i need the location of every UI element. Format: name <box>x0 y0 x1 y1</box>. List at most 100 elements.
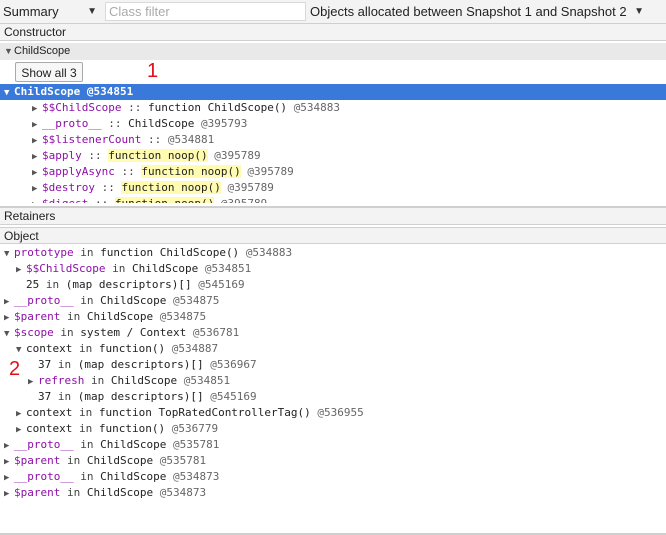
object-property-row[interactable]: ▶ __proto__ :: ChildScope @395793 <box>0 116 666 132</box>
object-column-header[interactable]: Object <box>0 227 666 244</box>
property-name: $$listenerCount <box>42 133 142 146</box>
selected-object-id: @534851 <box>86 85 134 98</box>
retainer-row[interactable]: ▶ __proto__ in ChildScope @534873 <box>0 469 666 485</box>
retainers-header: Retainers <box>0 208 666 225</box>
retainer-in-keyword: in <box>60 486 87 499</box>
expand-triangle-icon[interactable]: ▶ <box>4 310 14 326</box>
retainer-object-id: @535781 <box>172 438 220 451</box>
snapshot-range-select[interactable]: Objects allocated between Snapshot 1 and… <box>310 2 648 21</box>
expand-triangle-icon[interactable]: ▶ <box>32 181 42 197</box>
retainer-row[interactable]: ▶ context in function() @536779 <box>0 421 666 437</box>
expand-triangle-icon[interactable]: ▼ <box>4 43 14 60</box>
object-property-row[interactable]: ▶ $applyAsync :: function noop() @395789 <box>0 164 666 180</box>
property-separator: :: <box>88 197 115 203</box>
property-name: $applyAsync <box>42 165 115 178</box>
retainer-name: __proto__ <box>14 470 74 483</box>
expand-triangle-icon[interactable]: ▶ <box>4 294 14 310</box>
class-filter-input[interactable]: Class filter <box>105 2 306 21</box>
object-property-row[interactable]: ▶ $apply :: function noop() @395789 <box>0 148 666 164</box>
retainer-row[interactable]: ▼ context in function() @534887 <box>0 341 666 357</box>
expand-triangle-icon[interactable]: ▼ <box>4 85 14 101</box>
retainer-row[interactable]: ▶ $parent in ChildScope @534873 <box>0 485 666 501</box>
retainer-object-id: @534873 <box>172 470 220 483</box>
chevron-down-icon: ▼ <box>634 6 644 17</box>
retainer-row[interactable]: ▶ refresh in ChildScope @534851 <box>0 373 666 389</box>
group-row-childscope[interactable]: ▼ChildScope <box>0 43 666 60</box>
object-property-row[interactable]: ▶ $$ChildScope :: function ChildScope() @… <box>0 100 666 116</box>
selected-object-row[interactable]: ▼ ChildScope @534851 <box>0 84 666 100</box>
property-object-id: @395789 <box>227 181 274 194</box>
retainer-row[interactable]: ▶ __proto__ in ChildScope @535781 <box>0 437 666 453</box>
expand-triangle-icon[interactable]: ▶ <box>28 374 38 390</box>
retainer-in-keyword: in <box>72 342 99 355</box>
retainer-owner: (map descriptors)[] <box>77 390 204 403</box>
retainer-object-id: @534887 <box>171 342 219 355</box>
expand-triangle-icon[interactable]: ▶ <box>32 133 42 149</box>
expand-triangle-icon[interactable]: ▶ <box>4 438 14 454</box>
property-separator: :: <box>94 181 122 194</box>
view-select[interactable]: Summary ▼ <box>3 2 101 21</box>
expand-triangle-icon[interactable]: ▶ <box>4 486 14 502</box>
retainer-row[interactable]: 37 in (map descriptors)[] @536967 <box>0 357 666 373</box>
retainer-name: 37 <box>38 390 52 403</box>
retainer-row[interactable]: ▶ $parent in ChildScope @535781 <box>0 453 666 469</box>
expand-triangle-icon[interactable]: ▶ <box>4 470 14 486</box>
retainer-owner: ChildScope <box>100 438 167 451</box>
retainer-object-id: @534875 <box>159 310 207 323</box>
object-property-row[interactable]: ▶ $destroy :: function noop() @395789 <box>0 180 666 196</box>
object-property-row[interactable]: ▶ $$listenerCount :: @534881 <box>0 132 666 148</box>
expand-triangle-icon[interactable]: ▶ <box>16 406 26 422</box>
retainer-in-keyword: in <box>53 326 81 339</box>
retainer-owner: (map descriptors)[] <box>65 278 192 291</box>
expand-triangle-icon[interactable]: ▶ <box>32 197 42 203</box>
property-value: function noop() <box>108 149 208 162</box>
expand-triangle-icon[interactable]: ▶ <box>32 101 42 117</box>
property-object-id: @534883 <box>293 101 341 114</box>
expand-triangle-icon[interactable]: ▶ <box>4 454 14 470</box>
show-all-button[interactable]: Show all 3 <box>15 62 83 82</box>
retainer-in-keyword: in <box>51 390 78 403</box>
retainer-name: 37 <box>38 358 52 371</box>
expand-triangle-icon[interactable]: ▶ <box>32 165 42 181</box>
constructor-column-header[interactable]: Constructor <box>0 24 666 41</box>
expand-triangle-icon[interactable]: ▶ <box>32 117 42 133</box>
retainer-name: context <box>26 406 73 419</box>
expand-triangle-icon[interactable]: ▶ <box>16 422 26 438</box>
collapse-triangle-icon[interactable]: ▼ <box>4 326 14 342</box>
expand-triangle-icon[interactable]: ▶ <box>32 149 42 165</box>
property-object-id: @395789 <box>221 197 267 203</box>
retainer-row[interactable]: ▶ context in function TopRatedControllerT… <box>0 405 666 421</box>
retainer-row[interactable]: ▶ $$ChildScope in ChildScope @534851 <box>0 261 666 277</box>
property-name: $destroy <box>42 181 95 194</box>
expand-triangle-icon[interactable]: ▶ <box>16 262 26 278</box>
retainer-owner: ChildScope <box>110 374 178 387</box>
retainer-row[interactable]: ▶ $parent in ChildScope @534875 <box>0 309 666 325</box>
class-filter-placeholder: Class filter <box>109 4 170 19</box>
property-object-id: @395793 <box>200 117 248 130</box>
retainer-in-keyword: in <box>73 470 101 483</box>
retainer-object-id: @534875 <box>172 294 220 307</box>
retainer-in-keyword: in <box>105 262 132 275</box>
collapse-triangle-icon[interactable]: ▼ <box>4 246 14 262</box>
retainer-in-keyword: in <box>60 454 87 467</box>
property-separator: :: <box>121 101 148 114</box>
property-object-id: @534881 <box>167 133 215 146</box>
retainer-row[interactable]: ▼ prototype in function ChildScope() @534… <box>0 245 666 261</box>
retainer-row[interactable]: ▼ $scope in system / Context @536781 <box>0 325 666 341</box>
retainer-row[interactable]: ▶ __proto__ in ChildScope @534875 <box>0 293 666 309</box>
retainer-object-id: @534851 <box>204 262 252 275</box>
retainer-name: context <box>26 422 73 435</box>
object-header-label: Object <box>4 229 39 243</box>
group-name: ChildScope <box>14 45 71 57</box>
object-property-row[interactable]: ▶$digest :: function noop() @395789 <box>0 196 666 203</box>
retainer-object-id: @536967 <box>210 358 257 371</box>
retainer-owner: function() <box>98 422 166 435</box>
collapse-triangle-icon[interactable]: ▼ <box>16 342 26 358</box>
retainer-owner: ChildScope <box>131 262 199 275</box>
retainer-row[interactable]: 25 in (map descriptors)[] @545169 <box>0 277 666 293</box>
retainer-object-id: @534873 <box>159 486 207 499</box>
retainer-in-keyword: in <box>60 310 87 323</box>
retainer-row[interactable]: 37 in (map descriptors)[] @545169 <box>0 389 666 405</box>
retainer-in-keyword: in <box>73 246 101 259</box>
show-all-label: Show all 3 <box>21 66 77 80</box>
